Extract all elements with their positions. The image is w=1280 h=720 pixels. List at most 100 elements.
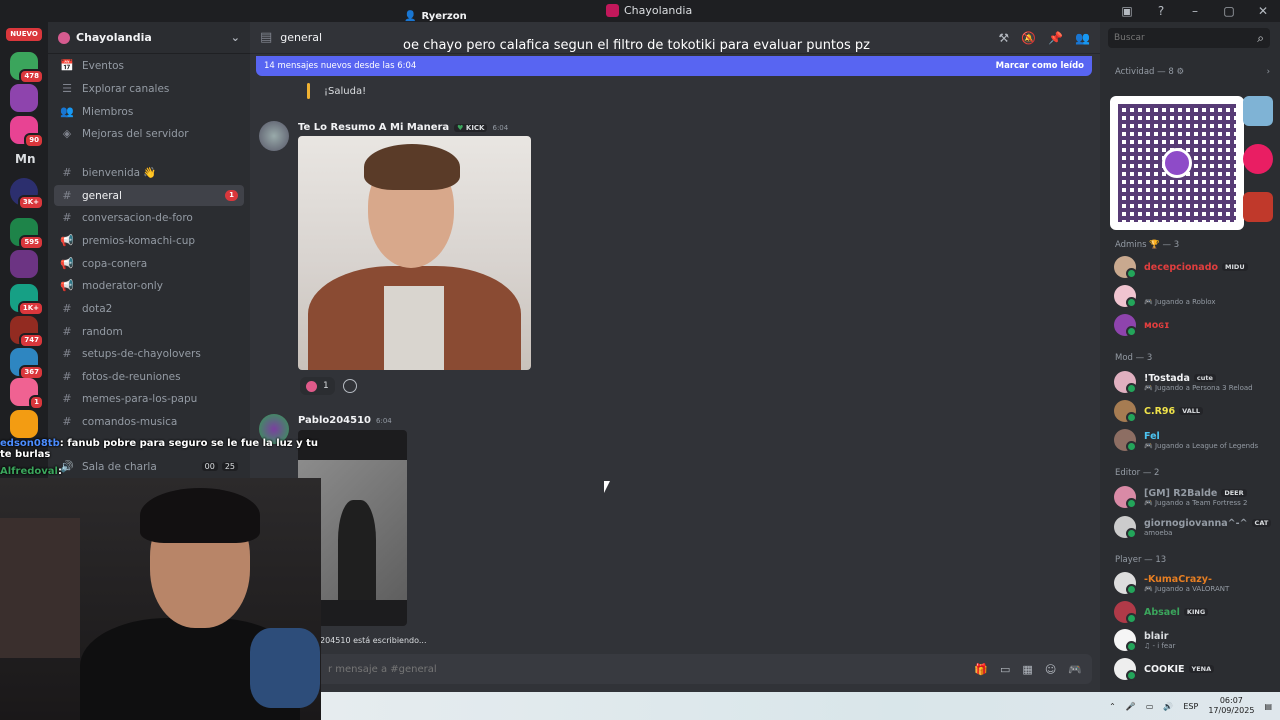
activity-thumb[interactable]	[1243, 192, 1273, 222]
channel-label: random	[82, 325, 123, 338]
add-reaction-icon[interactable]	[342, 379, 357, 393]
clock[interactable]: 06:07 17/09/2025	[1208, 696, 1254, 716]
channel-copa[interactable]: 📢 copa-conera	[54, 253, 244, 274]
channel-setups[interactable]: # setups-de-chayolovers	[54, 343, 244, 364]
server-icon[interactable]	[10, 250, 38, 278]
gift-icon[interactable]: 🎁	[974, 663, 988, 676]
member-item[interactable]: -KumaCrazy- 🎮 Jugando a VALORANT	[1114, 569, 1274, 597]
avatar[interactable]	[259, 121, 289, 151]
server-icon[interactable]	[10, 84, 38, 112]
gif-icon[interactable]: ▭	[1000, 663, 1010, 676]
new-messages-bar[interactable]: 14 mensajes nuevos desde las 6:04 Marcar…	[256, 56, 1092, 76]
server-icon[interactable]: 478	[10, 52, 44, 84]
search-input[interactable]	[1114, 33, 1258, 43]
member-item[interactable]: giornogiovanna^-^ CAT amoeba	[1114, 513, 1274, 541]
mark-read-button[interactable]: Marcar como leído	[996, 61, 1084, 71]
channel-bienvenida[interactable]: # bienvenida 👋	[54, 162, 244, 183]
group-title: Editor — 2	[1115, 468, 1160, 478]
channel-memes[interactable]: # memes-para-los-papu	[54, 388, 244, 409]
server-header[interactable]: Chayolandia ⌄	[48, 22, 250, 54]
member-item[interactable]: ⠀ 🎮 Jugando a Roblox	[1114, 282, 1274, 310]
sticker-icon[interactable]: ▦	[1022, 663, 1032, 676]
channel-label: moderator-only	[82, 279, 163, 292]
network-icon[interactable]: ▭	[1146, 702, 1154, 711]
member-name-text: !Tostada	[1144, 372, 1190, 384]
maximize-button[interactable]: ▢	[1212, 4, 1246, 18]
search-icon[interactable]: ⌕	[1257, 31, 1264, 46]
member-item[interactable]: !Tostada cute 🎮 Jugando a Persona 3 Reload	[1114, 368, 1274, 396]
member-tag: VALL	[1179, 407, 1204, 415]
channel-label: fotos-de-reuniones	[82, 370, 181, 383]
member-name: COOKIE YENA	[1144, 664, 1215, 675]
mute-icon[interactable]: 🔕	[1021, 31, 1036, 45]
member-item[interactable]: C.R96 VALL	[1114, 397, 1274, 425]
sidebar-item-eventos[interactable]: 📅 Eventos	[54, 55, 244, 76]
help-icon[interactable]: ?	[1144, 4, 1178, 18]
current-user-name: Ryerzon	[421, 11, 467, 22]
emoji-icon[interactable]: ☺	[1045, 663, 1056, 676]
channel-moderator[interactable]: 📢 moderator-only	[54, 275, 244, 296]
threads-icon[interactable]: ⚒	[998, 31, 1009, 45]
volume-icon[interactable]: 🔊	[1163, 702, 1173, 711]
channel-random[interactable]: # random	[54, 321, 244, 342]
author-name: Pablo204510	[298, 415, 372, 426]
member-item[interactable]: decepcionado MIDU	[1114, 253, 1274, 281]
activity-thumb[interactable]	[1243, 96, 1273, 126]
inbox-icon[interactable]: ▣	[1110, 4, 1144, 18]
pin-icon[interactable]: 📌	[1048, 31, 1063, 45]
member-item[interactable]: Absael KING	[1114, 598, 1274, 626]
message-image[interactable]	[298, 136, 531, 370]
server-icon[interactable]: 367	[10, 348, 44, 380]
server-icon[interactable]	[10, 410, 38, 438]
server-icon[interactable]: 747	[10, 316, 44, 348]
server-icon[interactable]: 595	[10, 218, 44, 250]
member-item[interactable]: COOKIE YENA	[1114, 655, 1274, 683]
channel-general[interactable]: # general 1	[54, 185, 244, 206]
avatar	[1114, 285, 1137, 308]
tray-chevron-icon[interactable]: ⌃	[1109, 702, 1116, 711]
message-author[interactable]: Te Lo Resumo A Mi Manera ♥ KICK 6:04	[298, 122, 508, 133]
member-item[interactable]: blair ♫ - i fear	[1114, 626, 1274, 654]
channel-label: memes-para-los-papu	[82, 392, 198, 405]
member-item[interactable]: Fel 🎮 Jugando a League of Legends	[1114, 426, 1274, 454]
member-list-icon[interactable]: 👥	[1075, 31, 1090, 45]
member-name: !Tostada cute	[1144, 373, 1253, 384]
sidebar-item-mejoras[interactable]: ◈ Mejoras del servidor	[54, 123, 244, 144]
member-item[interactable]: ᴍᴏɢɪ	[1114, 311, 1274, 339]
hash-icon: #	[62, 347, 72, 360]
sidebar-item-explorar[interactable]: ☰ Explorar canales	[54, 78, 244, 99]
apps-icon[interactable]: 🎮	[1068, 663, 1082, 676]
minimize-button[interactable]: –	[1178, 4, 1212, 18]
close-button[interactable]: ✕	[1246, 4, 1280, 18]
mic-icon[interactable]: 🎤	[1126, 702, 1136, 711]
activity-thumb[interactable]	[1243, 144, 1273, 174]
hash-icon: ▤	[260, 30, 273, 45]
keyboard-language[interactable]: ESP	[1183, 702, 1198, 711]
typing-indicator: 204510 está escribiendo...	[320, 636, 427, 645]
server-icon[interactable]: 1	[10, 378, 44, 410]
notifications-icon[interactable]: ▤	[1264, 702, 1272, 711]
overlay-chat-line: edson08tb: fanub pobre para seguro se le…	[0, 438, 330, 460]
channel-conversacion[interactable]: # conversacion-de-foro	[54, 207, 244, 228]
message-author[interactable]: Pablo204510 6:04	[298, 415, 392, 426]
member-tag: MIDU	[1222, 263, 1248, 271]
channel-label: bienvenida 👋	[82, 167, 157, 179]
member-tag: YENA	[1188, 665, 1215, 673]
current-user[interactable]: 👤 Ryerzon	[404, 11, 467, 22]
server-icon[interactable]: 1K+	[10, 284, 44, 316]
reaction[interactable]: 1	[300, 377, 335, 395]
sidebar-item-miembros[interactable]: 👥 Miembros	[54, 101, 244, 122]
server-icon[interactable]: 90	[10, 116, 44, 148]
hash-icon: #	[62, 370, 72, 383]
channel-comandos[interactable]: # comandos-musica	[54, 411, 244, 432]
image-person	[338, 500, 376, 600]
channel-fotos[interactable]: # fotos-de-reuniones	[54, 366, 244, 387]
member-item[interactable]: [GM] R2Balde DEER 🎮 Jugando a Team Fortres…	[1114, 483, 1274, 511]
server-mn[interactable]: Mn	[15, 152, 35, 166]
channel-premios[interactable]: 📢 premios-komachi-cup	[54, 230, 244, 251]
server-icon[interactable]: 3K+	[10, 178, 44, 210]
member-name: giornogiovanna^-^ CAT	[1144, 518, 1272, 529]
activity-header[interactable]: Actividad — 8 ⚙ ›	[1115, 67, 1270, 77]
message-input[interactable]	[328, 663, 975, 675]
channel-dota2[interactable]: # dota2	[54, 298, 244, 319]
